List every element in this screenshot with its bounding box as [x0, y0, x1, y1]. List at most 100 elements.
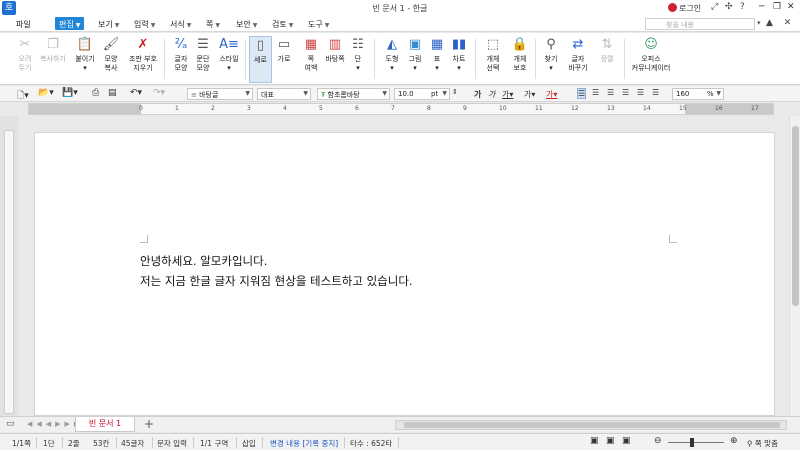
zoom-in-icon[interactable]: ⊕: [730, 436, 738, 446]
zoom-slider-knob[interactable]: [690, 438, 694, 447]
menu-tools[interactable]: 도구 ▼: [308, 19, 329, 30]
menu-edit[interactable]: 편집 ▼: [55, 17, 85, 30]
ribbon-controls[interactable]: ▲ ✕: [766, 18, 795, 28]
bold-button[interactable]: 가: [474, 89, 481, 100]
undo-icon[interactable]: ↶▾: [130, 88, 142, 98]
menu-page[interactable]: 쪽 ▼: [206, 19, 220, 30]
horizontal-scrollbar[interactable]: [395, 420, 787, 430]
select-object-label: 개체: [486, 55, 500, 63]
chevron-down-icon: ▾: [227, 64, 231, 72]
shape-copy-button[interactable]: 🖌 모양 복사: [96, 36, 126, 83]
restore-layout-icon[interactable]: ✣: [725, 2, 733, 12]
style-button[interactable]: A≡ 스타일 ▾: [214, 36, 244, 83]
document-text-line[interactable]: 안녕하세요. 알모카입니다.: [140, 253, 267, 269]
status-section: 1단: [43, 439, 55, 448]
zoom-value: 160: [676, 90, 690, 98]
align-center-button[interactable]: ☰: [622, 88, 629, 97]
new-document-icon[interactable]: 🗋▾: [17, 88, 29, 104]
document-text-line[interactable]: 저는 지금 한글 글자 지워짐 현상을 테스트하고 있습니다.: [140, 273, 413, 289]
menu-view[interactable]: 보기 ▼: [98, 19, 119, 30]
maximize-button[interactable]: ❐: [773, 2, 781, 12]
help-icon[interactable]: ?: [740, 2, 745, 12]
font-size-stepper[interactable]: ⇕: [452, 88, 458, 96]
landscape-page-icon: ▭: [277, 37, 291, 52]
view-normal-icon[interactable]: ▣: [590, 436, 599, 446]
brush-icon: 🖌: [102, 37, 120, 52]
zoom-select[interactable]: 160% ▼: [672, 88, 724, 100]
style-label: 스타일: [219, 55, 239, 63]
status-change-tracking[interactable]: 변경 내용 [기록 중지]: [270, 438, 338, 449]
ruler-right-margin: [685, 104, 773, 114]
vertical-scrollbar-thumb[interactable]: [792, 126, 799, 306]
save-icon[interactable]: 💾▾: [62, 88, 78, 98]
view-width-icon[interactable]: ▣: [606, 436, 615, 446]
cut-button[interactable]: ✂ 오려 두기: [10, 36, 40, 83]
italic-button[interactable]: 가: [488, 89, 495, 100]
search-dropdown-icon[interactable]: ▾: [757, 19, 761, 27]
minimize-button[interactable]: ─: [759, 2, 764, 12]
office-communicator-button[interactable]: ☺ 오피스 커뮤니케이터: [628, 36, 674, 83]
office-label-2: 커뮤니케이터: [631, 64, 671, 72]
align-divide-button[interactable]: ☰: [652, 88, 659, 97]
font-size-unit: pt: [431, 90, 439, 98]
open-folder-icon[interactable]: 📂▾: [38, 88, 54, 98]
status-insert-mode[interactable]: 삽입: [242, 438, 256, 449]
tab-document-1[interactable]: 빈 문서 1: [75, 417, 135, 432]
delete-marks-button[interactable]: ✗ 조판 부호 지우기: [124, 36, 162, 83]
copy-button[interactable]: ❐ 복사하기: [38, 36, 68, 83]
add-tab-button[interactable]: +: [144, 417, 154, 431]
align-distribute-button[interactable]: ☰: [637, 88, 644, 97]
chevron-down-icon: ▼: [382, 90, 387, 97]
chart-button[interactable]: ▮▮ 차트 ▾: [444, 36, 474, 83]
format-toolbar: 🗋▾ 📂▾ 💾▾ ⎙ ▤ ↶▾ ↷▾ ≡ 바탕글 ▼ 대표 ▼ Ŧ 함초롬바탕 ▼ 1…: [0, 86, 800, 102]
horizontal-ruler[interactable]: 0 1 2 3 4 5 6 7 8 9 10 11 12 13 14 15 16 17: [28, 103, 774, 115]
print-preview-icon[interactable]: ▤: [108, 88, 117, 98]
columns-button[interactable]: ☷ 단 ▾: [346, 36, 370, 83]
status-input-mode: 문자 입력: [157, 439, 187, 448]
protect-object-button[interactable]: 🔒 개체 보호: [505, 36, 535, 83]
select-object-button[interactable]: ⬚ 개체 선택: [478, 36, 508, 83]
portrait-button[interactable]: ▯ 세로: [249, 36, 272, 83]
zoom-slider[interactable]: [668, 442, 724, 443]
fullscreen-icon[interactable]: ⤢: [711, 2, 718, 12]
align-left-button[interactable]: ☰: [592, 88, 599, 97]
language-select[interactable]: 대표 ▼: [257, 88, 311, 100]
redo-icon[interactable]: ↷▾: [153, 88, 165, 98]
replace-button[interactable]: ⇄ 글자 바꾸기: [563, 36, 593, 83]
view-page-icon[interactable]: ▣: [622, 436, 631, 446]
vertical-ruler[interactable]: [4, 130, 14, 414]
ribbon-separator: [624, 39, 625, 79]
align-justify-button[interactable]: ☰: [577, 88, 587, 99]
sort-button[interactable]: ⇅ 정렬: [592, 36, 622, 83]
underline-button[interactable]: 가▾: [502, 89, 513, 100]
chart-label: 차트: [452, 55, 466, 63]
vertical-scrollbar[interactable]: [789, 116, 800, 416]
landscape-button[interactable]: ▭ 가로: [272, 36, 296, 83]
sidebar-toggle-icon[interactable]: ▭: [6, 419, 15, 429]
menu-review[interactable]: 검토 ▼: [272, 19, 293, 30]
font-color-button[interactable]: 가▾: [546, 89, 557, 100]
menu-insert[interactable]: 입력 ▼: [134, 19, 155, 30]
menu-security[interactable]: 보안 ▼: [236, 19, 257, 30]
menu-format[interactable]: 서식 ▼: [170, 19, 191, 30]
copy-icon: ❐: [47, 37, 59, 52]
zoom-out-icon[interactable]: ⊖: [654, 436, 662, 446]
menu-review-label: 검토: [272, 20, 287, 29]
menu-file[interactable]: 파일: [16, 19, 31, 30]
ruler-number: 3: [247, 105, 251, 112]
find-button[interactable]: ⚲ 찾기 ▾: [536, 36, 566, 83]
search-input[interactable]: 찾을 내용: [645, 18, 755, 30]
status-page[interactable]: 1/1쪽: [12, 438, 31, 449]
style-select[interactable]: ≡ 바탕글 ▼: [187, 88, 253, 100]
ruler-number: 13: [607, 105, 615, 112]
superscript-button[interactable]: 가▾: [524, 89, 535, 100]
login-button[interactable]: 로그인: [668, 3, 701, 14]
font-select[interactable]: Ŧ 함초롬바탕 ▼: [317, 88, 390, 100]
close-button[interactable]: ✕: [787, 2, 795, 12]
status-separator: [236, 437, 237, 448]
align-right-button[interactable]: ☰: [607, 88, 614, 97]
horizontal-scrollbar-thumb[interactable]: [404, 422, 780, 428]
font-size-input[interactable]: 10.0 pt ▼: [394, 88, 450, 100]
fit-page-button[interactable]: ⚲ 쪽 맞춤: [747, 438, 778, 449]
print-icon[interactable]: ⎙: [92, 88, 99, 98]
